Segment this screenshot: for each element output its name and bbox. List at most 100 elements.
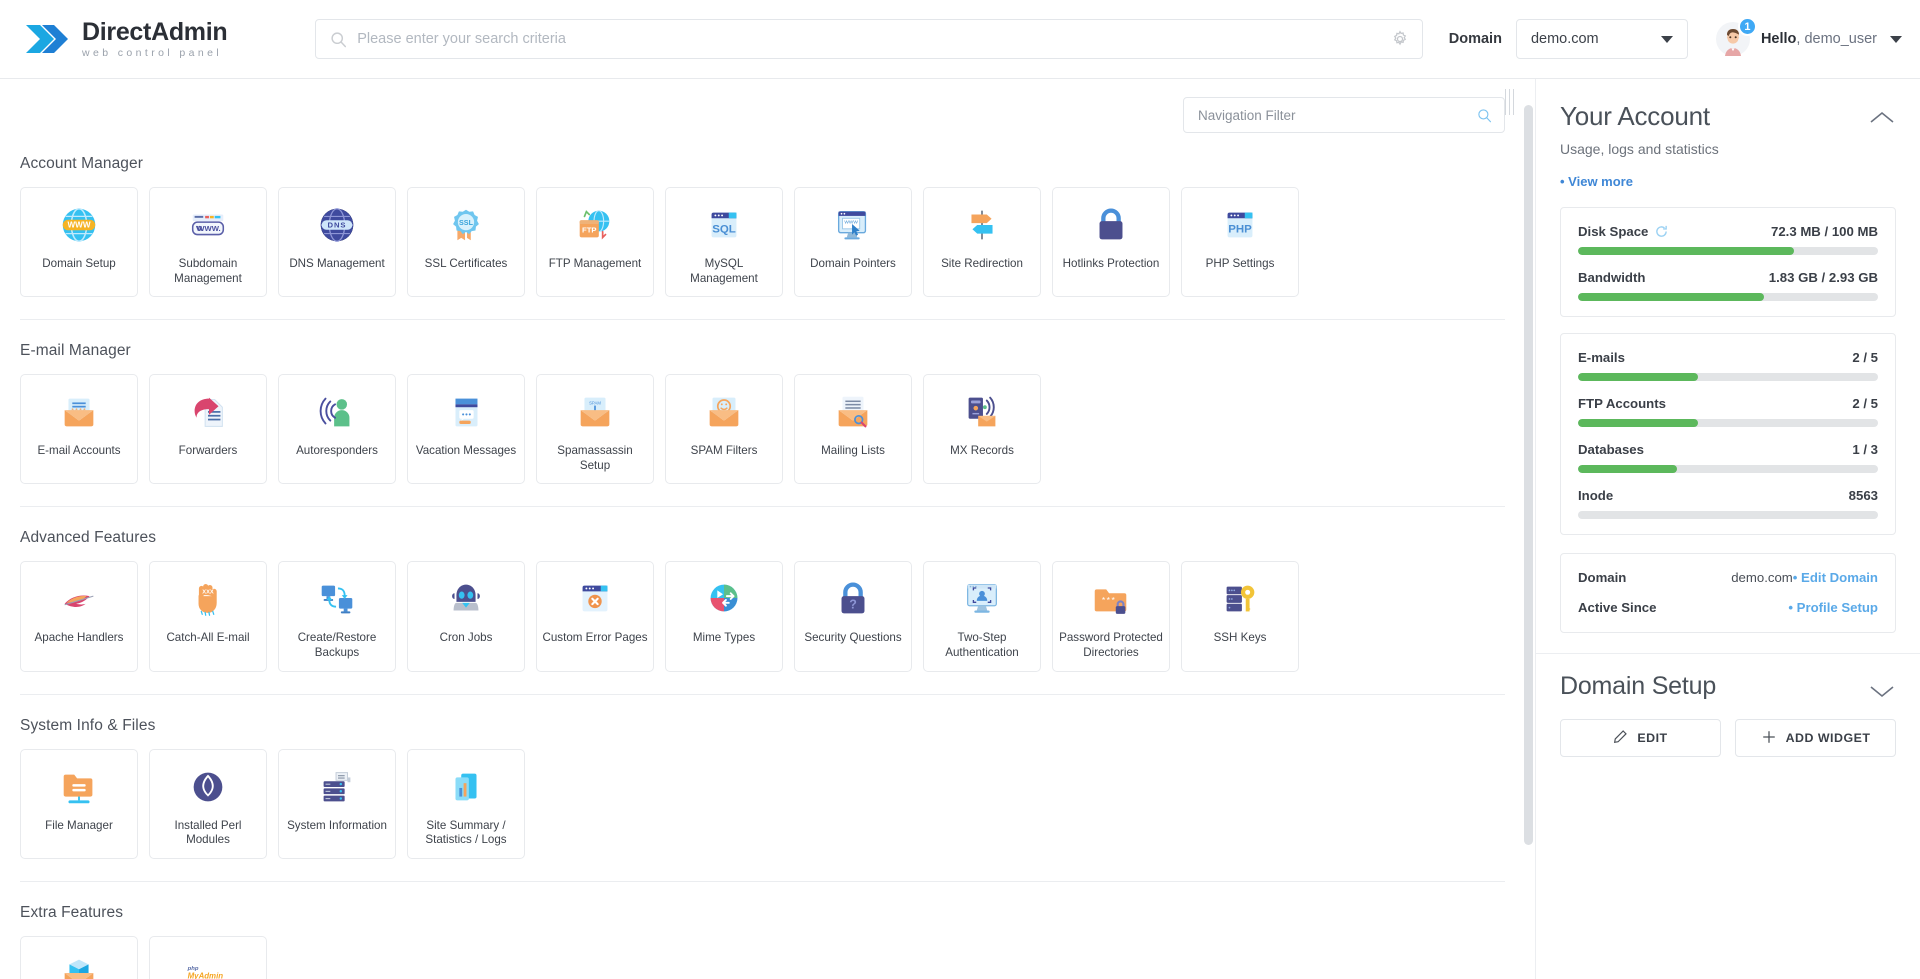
usage-progress-bar <box>1578 419 1878 427</box>
feature-sections: Account Manager WWW Domain Setup WWW. Subdom… <box>0 133 1535 979</box>
feature-tile-label: MySQL Management <box>690 257 758 285</box>
feature-section: System Info & Files File Manager Installed… <box>20 695 1535 869</box>
feature-tile[interactable]: php MyAdmin <box>149 935 267 979</box>
feature-tile[interactable]: SSL SSL Certificates <box>407 187 525 298</box>
feature-tile[interactable]: WWW Domain Setup <box>20 187 138 298</box>
usage-meter-label: E-mails <box>1578 350 1625 365</box>
usage-meter-value: 1 / 3 <box>1852 442 1878 457</box>
domain-info-key: Active Since <box>1578 600 1657 615</box>
feature-section: Advanced Features Apache Handlers XXX Catch… <box>20 507 1535 681</box>
search-box[interactable] <box>315 19 1423 59</box>
usage-meter: Bandwidth 1.83 GB / 2.93 GB <box>1578 270 1878 301</box>
user-menu[interactable]: 1 Hello, demo_user <box>1715 17 1902 56</box>
svg-text:SQL: SQL <box>712 224 736 236</box>
feature-tile[interactable]: ? Security Questions <box>794 561 912 672</box>
usage-meter: Databases 1 / 3 <box>1578 442 1878 473</box>
chevron-down-icon <box>1660 35 1673 43</box>
gear-icon[interactable] <box>1390 29 1410 49</box>
domain-info-link[interactable]: • Edit Domain <box>1793 570 1878 585</box>
svg-text:DNS: DNS <box>327 220 346 229</box>
feature-tile[interactable]: Site Redirection <box>923 187 1041 298</box>
view-more-link[interactable]: • View more <box>1560 174 1633 189</box>
main-scrollbar[interactable] <box>1521 79 1535 979</box>
navigation-filter[interactable] <box>1183 97 1505 133</box>
domain-info-link[interactable]: • Profile Setup <box>1788 600 1878 615</box>
monitor-pointer-icon: WWW <box>830 202 876 248</box>
feature-tile[interactable]: XXX Catch-All E-mail <box>149 561 267 672</box>
signpost-icon <box>959 202 1005 248</box>
feature-tile[interactable]: PHP PHP Settings <box>1181 187 1299 298</box>
usage-meter: Disk Space 72.3 MB / 100 MB <box>1578 224 1878 255</box>
feature-tile[interactable] <box>20 935 138 979</box>
feature-tile[interactable]: Apache Handlers <box>20 561 138 672</box>
feature-tile[interactable]: WWW. Subdomain Management <box>149 187 267 298</box>
feature-tile-label: Password Protected Directories <box>1059 631 1163 659</box>
edit-button[interactable]: EDIT <box>1560 719 1721 757</box>
folder-files-icon <box>56 764 102 810</box>
feature-tile-label: Cron Jobs <box>439 631 493 645</box>
usage-meter-name: Databases <box>1578 442 1644 457</box>
feature-tile[interactable]: SQL MySQL Management <box>665 187 783 298</box>
svg-text:FTP: FTP <box>582 226 596 235</box>
avatar-image <box>1715 22 1750 60</box>
resize-grip[interactable] <box>1505 89 1517 115</box>
feature-tile[interactable]: Forwarders <box>149 374 267 485</box>
tile-grid: php MyAdmin <box>20 935 1535 979</box>
feature-tile[interactable]: Cron Jobs <box>407 561 525 672</box>
feature-tile-label: Mime Types <box>692 631 756 645</box>
feature-tile[interactable]: FTP FTP Management <box>536 187 654 298</box>
feature-tile[interactable]: Mime Types <box>665 561 783 672</box>
feature-tile[interactable]: SPAM Spamassassin Setup <box>536 374 654 485</box>
feature-tile[interactable]: **** E-mail Accounts <box>20 374 138 485</box>
feature-tile[interactable]: Autoresponders <box>278 374 396 485</box>
feature-tile[interactable]: System Information <box>278 748 396 859</box>
svg-text:WWW: WWW <box>844 220 858 226</box>
svg-text:?: ? <box>849 598 857 612</box>
usage-meter-label: Inode <box>1578 488 1614 503</box>
feature-tile[interactable]: Custom Error Pages <box>536 561 654 672</box>
section-title: System Info & Files <box>20 716 156 734</box>
chevron-down-icon[interactable] <box>1868 682 1896 700</box>
refresh-icon[interactable] <box>1655 225 1668 238</box>
domain-select[interactable]: demo.com <box>1515 19 1688 59</box>
usage-meter: Inode 8563 <box>1578 488 1878 519</box>
feature-tile-label: Forwarders <box>178 444 238 458</box>
feature-tile-label: Domain Setup <box>42 257 116 270</box>
feature-tile[interactable]: Installed Perl Modules <box>149 748 267 859</box>
feature-tile[interactable]: DNS DNS Management <box>278 187 396 298</box>
search-input[interactable] <box>347 31 1390 47</box>
feature-tile-label: Security Questions <box>804 631 902 645</box>
feature-tile[interactable]: Vacation Messages <box>407 374 525 485</box>
scrollbar-thumb[interactable] <box>1524 105 1533 845</box>
feature-tile[interactable]: Two-Step Authentication <box>923 561 1041 672</box>
feature-tile[interactable]: Site Summary / Statistics / Logs <box>407 748 525 859</box>
feature-tile-label: Autoresponders <box>296 444 378 458</box>
feature-tile[interactable]: SSH Keys <box>1181 561 1299 672</box>
chevron-down-icon[interactable] <box>1890 35 1902 43</box>
feature-tile[interactable]: File Manager <box>20 748 138 859</box>
navigation-filter-input[interactable] <box>1198 107 1477 123</box>
domain-selector-label: Domain <box>1448 31 1502 47</box>
hand-xxx-icon: XXX <box>185 576 231 622</box>
feature-tile[interactable]: WWW Domain Pointers <box>794 187 912 298</box>
add-widget-button[interactable]: ADD WIDGET <box>1735 719 1896 757</box>
chevron-up-icon[interactable] <box>1868 109 1896 127</box>
feature-tile[interactable]: *** Password Protected Directories <box>1052 561 1170 672</box>
usage-meter-row: E-mails 2 / 5 <box>1578 350 1878 365</box>
php-window-icon: PHP <box>1217 202 1263 248</box>
feature-section: Extra Features php MyAdmin <box>20 882 1535 979</box>
server-printout-icon <box>314 764 360 810</box>
main-content: Account Manager WWW Domain Setup WWW. Subdom… <box>0 79 1535 979</box>
avatar: 1 <box>1715 17 1757 56</box>
feature-tile-label: E-mail Accounts <box>37 444 121 458</box>
phpmyadmin-icon: php MyAdmin <box>185 951 231 979</box>
feature-tile[interactable]: Mailing Lists <box>794 374 912 485</box>
feature-section: Account Manager WWW Domain Setup WWW. Subdom… <box>20 133 1535 307</box>
feature-tile[interactable]: SPAM Filters <box>665 374 783 485</box>
feature-tile[interactable]: MX Records <box>923 374 1041 485</box>
feature-tile[interactable]: Hotlinks Protection <box>1052 187 1170 298</box>
brand-logo[interactable]: DirectAdmin web control panel <box>22 17 295 61</box>
notification-badge[interactable]: 1 <box>1737 17 1757 36</box>
feature-section: E-mail Manager **** E-mail Accounts Forward… <box>20 320 1535 494</box>
feature-tile[interactable]: Create/Restore Backups <box>278 561 396 672</box>
